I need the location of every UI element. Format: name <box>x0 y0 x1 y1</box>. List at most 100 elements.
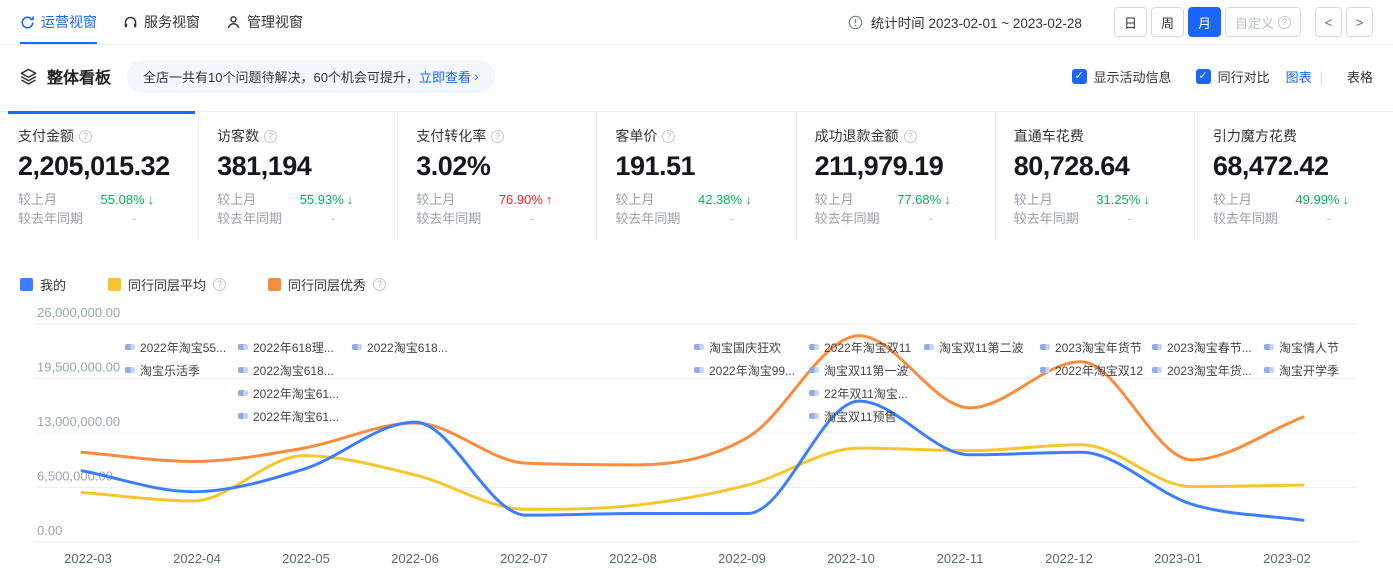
x-tick-label: 2023-02 <box>1263 551 1311 566</box>
activity-annotation[interactable]: 2023淘宝年货... <box>1152 362 1252 378</box>
activity-marker-icon <box>125 367 135 373</box>
legend-swatch-orange <box>268 278 281 291</box>
layers-icon <box>20 68 37 85</box>
x-tick-label: 2022-03 <box>64 551 112 566</box>
show-activity-checkbox[interactable]: 显示活动信息 <box>1072 67 1172 86</box>
activity-annotation[interactable]: 2022年淘宝61... <box>238 385 339 401</box>
kpi-yoy-row: 较去年同期 - <box>1213 211 1375 227</box>
kpi-card-payment-amount[interactable]: 支付金额 2,205,015.32 较上月 55.08% 较去年同期 - <box>0 112 199 240</box>
top-nav-bar: 运营视窗 服务视窗 管理视窗 统计时间 2023-02-01 ~ 2023-02… <box>0 0 1393 45</box>
kpi-mom-label: 较上月 <box>217 192 256 208</box>
activity-annotation[interactable]: 2022年淘宝61... <box>238 408 339 424</box>
headset-icon <box>123 15 138 30</box>
legend-swatch-yellow <box>108 278 121 291</box>
kpi-label: 支付转化率 <box>416 127 486 145</box>
legend-peer-best[interactable]: 同行同层优秀 <box>268 275 386 294</box>
activity-marker-icon <box>694 367 704 373</box>
range-month-button[interactable]: 月 <box>1188 7 1221 37</box>
kpi-yoy-label: 较去年同期 <box>18 211 83 227</box>
peer-compare-checkbox[interactable]: 同行对比 <box>1196 67 1270 86</box>
legend-label: 同行同层平均 <box>128 275 206 294</box>
help-icon <box>373 278 386 291</box>
kpi-mom-label: 较上月 <box>1213 192 1252 208</box>
tab-service-view[interactable]: 服务视窗 <box>123 0 200 44</box>
y-tick-label: 13,000,000.00 <box>37 414 120 429</box>
range-day-button[interactable]: 日 <box>1114 7 1147 37</box>
chart-view-toggle[interactable]: 图表 <box>1286 67 1312 86</box>
legend-label: 同行同层优秀 <box>288 275 366 294</box>
activity-annotation[interactable]: 2022年淘宝55... <box>125 339 226 355</box>
kpi-yoy-value: - <box>729 211 777 227</box>
x-tick-label: 2022-09 <box>718 551 766 566</box>
activity-annotation[interactable]: 22年双11淘宝... <box>809 385 908 401</box>
tab-management-view[interactable]: 管理视窗 <box>226 0 303 44</box>
kpi-mom-row: 较上月 76.90% <box>416 192 578 208</box>
legend-peer-average[interactable]: 同行同层平均 <box>108 275 226 294</box>
activity-annotation[interactable]: 2022年淘宝双11 <box>809 339 911 355</box>
kpi-card-avg-order-value[interactable]: 客单价 191.51 较上月 42.38% 较去年同期 - <box>597 112 796 240</box>
table-view-toggle[interactable]: 表格 <box>1347 67 1373 86</box>
activity-annotation-label: 2022年618理... <box>253 339 334 356</box>
activity-marker-icon <box>1040 367 1050 373</box>
activity-annotation-label: 2022年淘宝55... <box>140 339 226 356</box>
range-custom-label: 自定义 <box>1235 13 1274 32</box>
kpi-value: 381,194 <box>217 150 379 182</box>
activity-annotation-label: 2022年淘宝双11 <box>824 339 911 356</box>
kpi-yoy-row: 较去年同期 - <box>217 211 379 227</box>
kpi-yoy-label: 较去年同期 <box>217 211 282 227</box>
activity-annotation[interactable]: 淘宝情人节 <box>1264 339 1339 355</box>
kpi-mom-label: 较上月 <box>416 192 455 208</box>
activity-annotation-label: 22年双11淘宝... <box>824 385 908 402</box>
range-custom-button[interactable]: 自定义 <box>1225 7 1301 37</box>
kpi-mom-label: 较上月 <box>815 192 854 208</box>
activity-marker-icon <box>809 390 819 396</box>
kpi-card-refund-amount[interactable]: 成功退款金额 211,979.19 较上月 77.68% 较去年同期 - <box>797 112 996 240</box>
activity-annotation-label: 2022年淘宝双12 <box>1055 362 1143 379</box>
kpi-mom-row: 较上月 55.08% <box>18 192 180 208</box>
activity-annotation-label: 2022年淘宝61... <box>253 408 339 425</box>
range-week-button[interactable]: 周 <box>1151 7 1184 37</box>
tab-label: 运营视窗 <box>41 12 97 32</box>
activity-annotation[interactable]: 2022年淘宝双12 <box>1040 362 1143 378</box>
board-title: 整体看板 <box>47 64 111 88</box>
activity-annotation[interactable]: 淘宝国庆狂欢 <box>694 339 781 355</box>
kpi-mom-label: 较上月 <box>1014 192 1053 208</box>
activity-annotation[interactable]: 2023淘宝年货节 <box>1040 339 1142 355</box>
activity-annotation[interactable]: 2022淘宝618... <box>238 362 334 378</box>
kpi-card-visitors[interactable]: 访客数 381,194 较上月 55.93% 较去年同期 - <box>199 112 398 240</box>
kpi-yoy-row: 较去年同期 - <box>815 211 977 227</box>
activity-annotation[interactable]: 2022淘宝618... <box>352 339 448 355</box>
kpi-card-zhitongche-spend[interactable]: 直通车花费 80,728.64 较上月 31.25% 较去年同期 - <box>996 112 1195 240</box>
legend-mine[interactable]: 我的 <box>20 275 66 294</box>
activity-annotation[interactable]: 淘宝双11预售 <box>809 408 896 424</box>
next-period-button[interactable]: > <box>1346 7 1373 37</box>
help-icon <box>662 130 675 143</box>
person-icon <box>226 15 241 30</box>
kpi-yoy-row: 较去年同期 - <box>416 211 578 227</box>
activity-annotation[interactable]: 淘宝双11第二波 <box>924 339 1023 355</box>
activity-annotation[interactable]: 2022年淘宝99... <box>694 362 795 378</box>
chart-legend: 我的 同行同层平均 同行同层优秀 <box>20 276 1393 292</box>
kpi-label: 成功退款金额 <box>815 127 899 145</box>
view-now-link[interactable]: 立即查看 <box>419 67 471 86</box>
kpi-value: 211,979.19 <box>815 150 977 182</box>
kpi-label: 直通车花费 <box>1014 127 1084 145</box>
kpi-label-row: 成功退款金额 <box>815 127 977 145</box>
kpi-cards: 支付金额 2,205,015.32 较上月 55.08% 较去年同期 - 访客数… <box>0 111 1393 240</box>
activity-annotation[interactable]: 淘宝乐活季 <box>125 362 200 378</box>
kpi-card-conversion-rate[interactable]: 支付转化率 3.02% 较上月 76.90% 较去年同期 - <box>398 112 597 240</box>
kpi-label-row: 直通车花费 <box>1014 127 1176 145</box>
activity-annotation[interactable]: 2023淘宝春节... <box>1152 339 1252 355</box>
kpi-mom-label: 较上月 <box>615 192 654 208</box>
activity-annotation[interactable]: 淘宝开学季 <box>1264 362 1339 378</box>
kpi-value: 80,728.64 <box>1014 150 1176 182</box>
kpi-yoy-value: - <box>1327 211 1375 227</box>
kpi-yoy-label: 较去年同期 <box>416 211 481 227</box>
activity-annotation[interactable]: 2022年618理... <box>238 339 334 355</box>
prev-period-button[interactable]: < <box>1315 7 1342 37</box>
tab-operation-view[interactable]: 运营视窗 <box>20 0 97 44</box>
activity-annotation[interactable]: 淘宝双11第一波 <box>809 362 908 378</box>
activity-annotation-label: 2023淘宝春节... <box>1167 339 1252 356</box>
y-tick-label: 19,500,000.00 <box>37 360 120 375</box>
kpi-card-yinlimofang-spend[interactable]: 引力魔方花费 68,472.42 较上月 49.99% 较去年同期 - <box>1195 112 1393 240</box>
